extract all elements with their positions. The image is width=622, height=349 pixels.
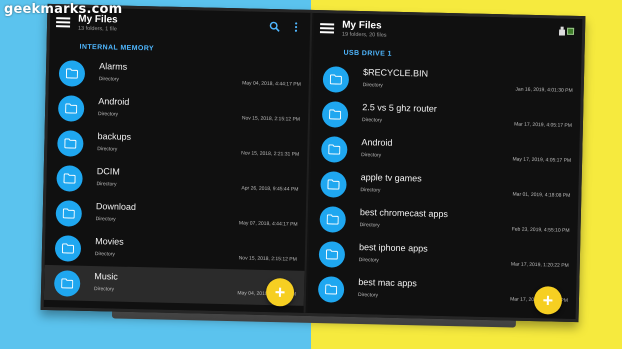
folder-icon xyxy=(319,205,347,233)
right-pane: My Files 19 folders, 20 files USB DRIVE … xyxy=(307,12,583,319)
file-row[interactable]: Download Directory May 07, 2018, 4:44:17 P… xyxy=(45,195,306,236)
file-type: Directory xyxy=(94,286,115,293)
more-options-icon[interactable] xyxy=(290,20,302,32)
left-subtitle: 13 folders, 1 file xyxy=(77,25,117,33)
file-row[interactable]: MusicDirectoryMay 04, 2018, 4:44:17 PM xyxy=(43,264,305,306)
file-row[interactable]: Android Directory May 17, 2019, 4:05:17 PM xyxy=(311,131,580,172)
file-name: DCIM xyxy=(96,166,120,177)
file-row[interactable]: best chromecast apps Directory Feb 23, 201… xyxy=(309,201,578,242)
right-title: My Files xyxy=(342,19,382,32)
file-date: Feb 23, 2019, 4:55:10 PM xyxy=(511,226,570,234)
file-type: Directory xyxy=(357,292,379,299)
file-type: Directory xyxy=(97,111,119,118)
right-subtitle: 19 folders, 20 files xyxy=(341,31,387,39)
folder-icon xyxy=(321,100,349,128)
file-date: Apr 26, 2018, 9:45:44 PM xyxy=(241,185,299,193)
file-name: best iphone apps xyxy=(358,242,428,254)
left-file-list: Alarms Directory May 04, 2018, 4:44:17 PM A… xyxy=(43,55,310,306)
file-type: Directory xyxy=(96,181,117,188)
folder-icon xyxy=(54,234,82,262)
file-type: Directory xyxy=(361,117,383,124)
right-file-list: $RECYCLE.BIN Directory Jan 16, 2019, 4:01:… xyxy=(308,61,581,312)
folder-icon xyxy=(57,129,84,157)
file-type: Directory xyxy=(98,76,119,83)
file-name: Android xyxy=(361,137,393,148)
file-date: Mar 17, 2019, 1:20:22 PM xyxy=(510,261,569,269)
file-date: Mar 01, 2019, 4:18:08 PM xyxy=(512,191,571,199)
file-type: Directory xyxy=(359,222,380,229)
file-type: Directory xyxy=(358,257,379,264)
file-name: best chromecast apps xyxy=(359,207,449,220)
file-date: Nov 15, 2018, 2:15:12 PM xyxy=(241,115,301,123)
folder-icon xyxy=(57,94,85,122)
file-date: Mar 17, 2019, 4:05:17 PM xyxy=(514,121,572,129)
file-date: Jan 16, 2019, 4:01:30 PM xyxy=(515,86,573,94)
file-type: Directory xyxy=(362,82,383,89)
file-row[interactable]: 2.5 vs 5 ghz router Directory Mar 17, 2019… xyxy=(312,96,581,137)
file-date: May 07, 2018, 4:44:17 PM xyxy=(238,220,298,228)
file-row[interactable]: DCIM Directory Apr 26, 2018, 9:45:44 PM xyxy=(46,160,307,201)
folder-icon xyxy=(318,240,346,268)
tv-screen: My Files 13 folders, 1 file INTERNAL MEM… xyxy=(40,3,586,323)
file-name: backups xyxy=(97,131,132,142)
folder-icon xyxy=(58,59,86,87)
file-row[interactable]: Movies Directory Nov 15, 2018, 2:15:12 PM xyxy=(45,230,306,271)
watermark-logo: geekmarks.com xyxy=(4,2,123,17)
file-name: apple tv games xyxy=(360,172,422,184)
file-date: May 04, 2018, 4:44:17 PM xyxy=(242,80,301,88)
file-name: best mac apps xyxy=(358,277,417,289)
folder-icon xyxy=(322,65,350,93)
file-date: May 17, 2019, 4:05:17 PM xyxy=(512,156,572,164)
file-name: 2.5 vs 5 ghz router xyxy=(362,102,437,114)
file-type: Directory xyxy=(97,146,118,153)
file-type: Directory xyxy=(361,152,382,159)
folder-icon xyxy=(56,164,83,192)
usb-status-icon[interactable] xyxy=(558,26,575,36)
search-icon[interactable] xyxy=(268,20,280,32)
file-name: Android xyxy=(98,96,130,107)
file-name: Alarms xyxy=(99,61,128,72)
file-name: $RECYCLE.BIN xyxy=(362,67,429,79)
left-pane: My Files 13 folders, 1 file INTERNAL MEM… xyxy=(43,7,313,313)
file-row[interactable]: Android Directory Nov 15, 2018, 2:15:12 PM xyxy=(48,90,309,131)
folder-icon xyxy=(55,199,83,227)
file-date: Nov 15, 2018, 2:21:31 PM xyxy=(241,150,300,158)
file-type: Directory xyxy=(94,251,115,258)
file-name: Music xyxy=(94,271,119,282)
folder-icon xyxy=(320,170,347,198)
menu-icon[interactable] xyxy=(56,17,71,28)
folder-icon xyxy=(321,135,348,163)
file-type: Directory xyxy=(95,216,116,223)
file-type: Directory xyxy=(360,187,381,194)
folder-icon xyxy=(53,269,81,297)
right-app-bar: My Files 19 folders, 20 files xyxy=(314,13,583,49)
file-name: Download xyxy=(95,201,137,212)
menu-icon[interactable] xyxy=(319,23,335,34)
file-date: Nov 15, 2018, 2:15:12 PM xyxy=(238,255,297,263)
folder-icon xyxy=(317,275,345,303)
file-row[interactable]: Alarms Directory May 04, 2018, 4:44:17 PM xyxy=(49,55,310,96)
file-row[interactable]: backups Directory Nov 15, 2018, 2:21:31 PM xyxy=(47,125,308,166)
file-name: Movies xyxy=(95,236,124,247)
